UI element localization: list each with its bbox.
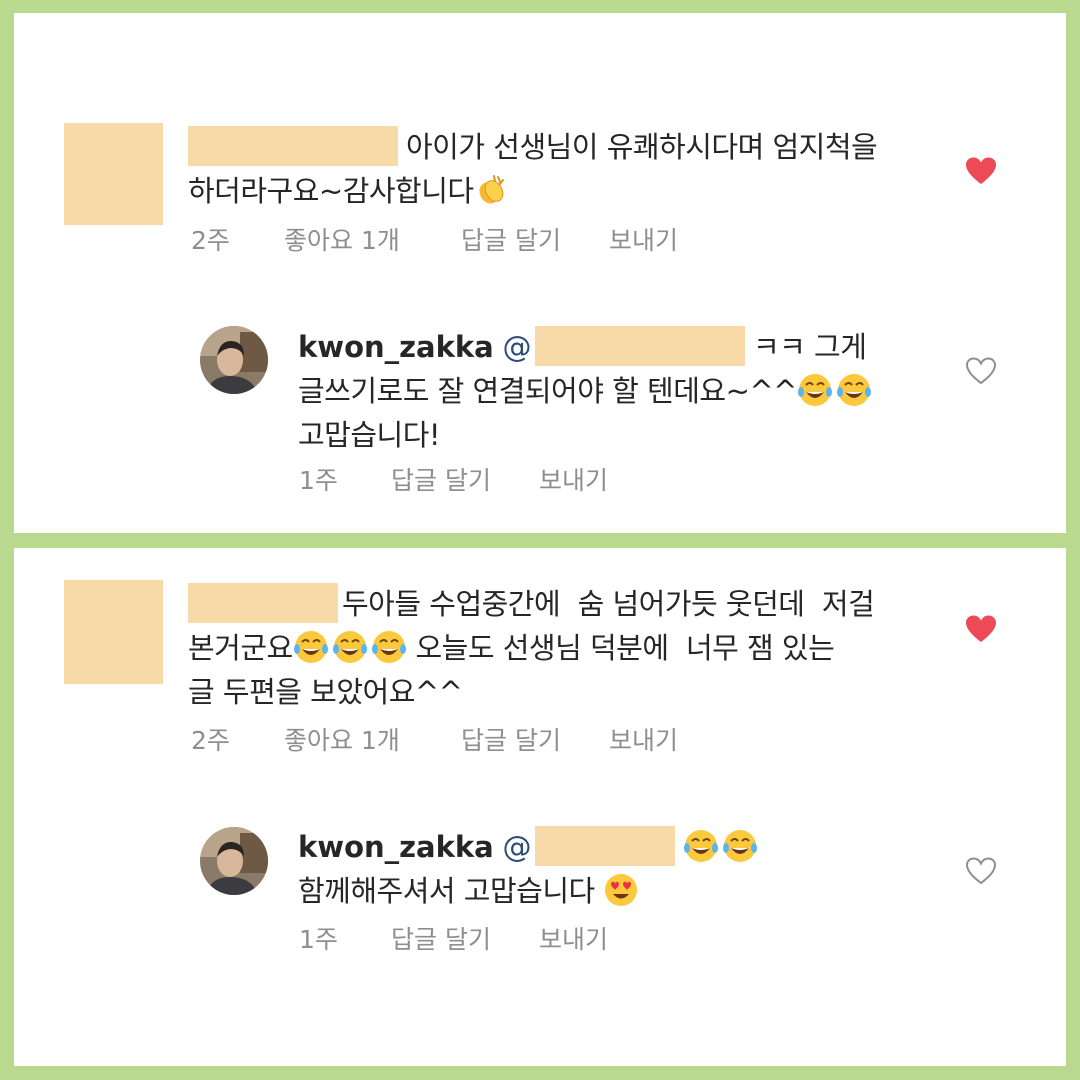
comment-text: 두아들 수업중간에 숨 넘어가듯 웃던데 저걸 본거군요 오늘도 선생님 덕분에… <box>188 582 875 714</box>
reply-button[interactable]: 답글 달기 <box>391 925 491 955</box>
redacted-username[interactable] <box>188 126 398 166</box>
reply-button[interactable]: 답글 달기 <box>461 726 561 756</box>
redacted-mention[interactable] <box>534 326 745 366</box>
comment-time: 2주 <box>191 726 230 755</box>
reply-time: 1주 <box>299 466 338 495</box>
comment-thread-2: 두아들 수업중간에 숨 넘어가듯 웃던데 저걸 본거군요 오늘도 선생님 덕분에… <box>14 548 1066 1066</box>
comment-line: 오늘도 선생님 덕분에 너무 잼 있는 <box>406 631 835 665</box>
redacted-username[interactable] <box>188 583 338 623</box>
comment-line: 하더라구요~감사합니다 <box>188 174 474 208</box>
reply-username-link[interactable]: kwon_zakka <box>298 830 494 864</box>
comment-thread-1: 아이가 선생님이 유쾌하시다며 엄지척을 하더라구요~감사합니다 2주 좋아요 … <box>14 13 1066 533</box>
reply-button[interactable]: 답글 달기 <box>461 226 561 256</box>
comment-line: 두아들 수업중간에 숨 넘어가듯 웃던데 저걸 <box>342 587 875 621</box>
reply-line: ㅋㅋ 그게 <box>752 330 867 364</box>
reply-line: 함께해주셔서 고맙습니다 <box>298 874 604 908</box>
clapping-hands-emoji <box>474 173 508 207</box>
tears-of-joy-emoji <box>683 828 759 864</box>
profile-avatar[interactable] <box>200 326 268 394</box>
likes-count-link[interactable]: 좋아요 1개 <box>284 726 400 756</box>
redacted-mention[interactable] <box>534 826 675 866</box>
send-button[interactable]: 보내기 <box>609 226 678 256</box>
reply-username-link[interactable]: kwon_zakka <box>298 330 494 364</box>
comment-text: 아이가 선생님이 유쾌하시다며 엄지척을 하더라구요~감사합니다 <box>188 125 878 213</box>
reply-time: 1주 <box>299 925 338 954</box>
comment-line: 글 두편을 보았어요^^ <box>188 675 463 709</box>
mention-link[interactable]: @ <box>502 330 531 364</box>
comment-meta: 2주 좋아요 1개 답글 달기 보내기 <box>191 726 751 756</box>
mention-link[interactable]: @ <box>502 830 531 864</box>
tears-of-joy-emoji <box>293 629 407 665</box>
likes-count-link[interactable]: 좋아요 1개 <box>284 226 400 256</box>
comment-meta: 2주 좋아요 1개 답글 달기 보내기 <box>191 226 751 256</box>
comment-line: 아이가 선생님이 유쾌하시다며 엄지척을 <box>406 130 878 164</box>
reply-meta: 1주 답글 달기 보내기 <box>299 925 699 955</box>
reply-text: kwon_zakka @ ㅋㅋ 그게 글쓰기로도 잘 연결되어야 할 텐데요~^^ <box>298 325 873 457</box>
send-button[interactable]: 보내기 <box>609 726 678 756</box>
tears-of-joy-emoji <box>797 372 873 408</box>
reply-meta: 1주 답글 달기 보내기 <box>299 466 699 496</box>
reply-text: kwon_zakka @ 함께해주셔서 고맙습니다 <box>298 825 759 913</box>
like-heart-outline-icon[interactable] <box>965 856 997 886</box>
like-heart-icon[interactable] <box>965 156 997 186</box>
like-heart-icon[interactable] <box>965 614 997 644</box>
like-heart-outline-icon[interactable] <box>965 356 997 386</box>
send-button[interactable]: 보내기 <box>539 466 608 496</box>
send-button[interactable]: 보내기 <box>539 925 608 955</box>
reply-line: 고맙습니다! <box>298 418 441 452</box>
redacted-avatar[interactable] <box>64 580 163 684</box>
heart-eyes-emoji <box>603 872 639 908</box>
comment-line: 본거군요 <box>188 631 293 665</box>
profile-avatar[interactable] <box>200 827 268 895</box>
reply-button[interactable]: 답글 달기 <box>391 466 491 496</box>
redacted-avatar[interactable] <box>64 123 163 225</box>
reply-line: 글쓰기로도 잘 연결되어야 할 텐데요~^^ <box>298 374 797 408</box>
comment-time: 2주 <box>191 226 230 255</box>
